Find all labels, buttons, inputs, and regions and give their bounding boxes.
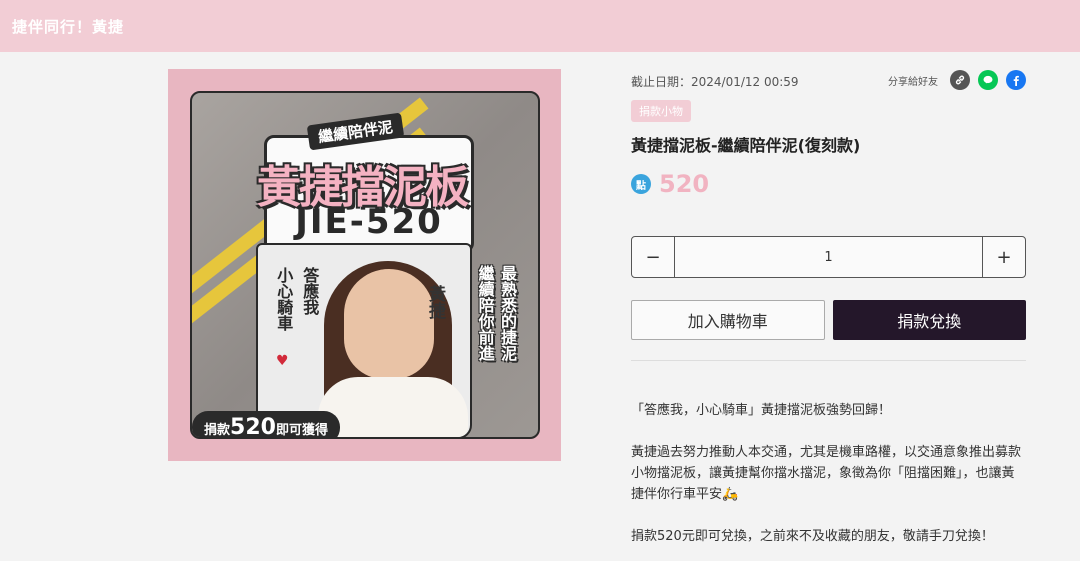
price: 520 <box>659 170 710 198</box>
donate-badge: 捐款520即可獲得 <box>192 411 340 439</box>
action-buttons: 加入購物車 捐款兌換 <box>631 300 1026 340</box>
increase-quantity-button[interactable]: + <box>983 237 1025 277</box>
quantity-stepper: − 1 + <box>631 236 1026 278</box>
product-image[interactable]: JIE-520 答應我 小心騎車 ♥ 黃捷 黃捷擋泥板 繼續陪伴泥 最熟悉的捷泥… <box>168 69 561 461</box>
image-title: 黃捷擋泥板 <box>257 162 469 213</box>
signature: 黃捷 <box>425 285 445 319</box>
mudguard-card: 答應我 小心騎車 ♥ 黃捷 <box>256 243 472 437</box>
deadline-row: 截止日期：2024/01/12 00:59 分享給好友 <box>631 68 1026 94</box>
portrait-shirt <box>318 377 468 437</box>
description-paragraph-1: 「答應我，小心騎車」黃捷擋泥板強勢回歸！ <box>631 403 892 418</box>
portrait-face <box>344 269 434 379</box>
deadline: 截止日期：2024/01/12 00:59 <box>631 75 799 89</box>
share-label: 分享給好友 <box>888 76 938 88</box>
product-info-panel: 截止日期：2024/01/12 00:59 分享給好友 捐款小物 黃捷擋泥板-繼… <box>631 68 1026 544</box>
decrease-quantity-button[interactable]: − <box>632 237 674 277</box>
badge-value: 520 <box>230 415 276 439</box>
product-description: 「答應我，小心騎車」黃捷擋泥板強勢回歸！ 黃捷過去努力推動人本交通，尤其是機車路… <box>631 400 1026 561</box>
card-text-1: 答應我 <box>300 267 320 315</box>
site-title[interactable]: 捷伴同行！黃捷 <box>12 16 124 37</box>
category-tag[interactable]: 捐款小物 <box>631 100 691 122</box>
description-paragraph-3: 捐款520元即可兌換，之前來不及收藏的朋友，敬請手刀兌換！ <box>631 529 994 544</box>
badge-suffix: 即可獲得 <box>275 423 328 438</box>
facebook-icon[interactable] <box>1006 70 1026 90</box>
product-title: 黃捷擋泥板-繼續陪伴泥(復刻款) <box>631 136 861 155</box>
link-icon[interactable] <box>950 70 970 90</box>
image-side-text: 最熟悉的捷泥 繼續陪你前進 <box>473 265 518 361</box>
price-row: 點 520 <box>631 170 1026 198</box>
add-to-cart-button[interactable]: 加入購物車 <box>631 300 825 340</box>
side-text-1: 最熟悉的捷泥 <box>498 265 517 361</box>
heart-icon: ♥ <box>276 353 289 369</box>
share-group: 分享給好友 <box>888 70 1026 90</box>
top-bar: 捷伴同行！黃捷 <box>0 0 1080 52</box>
product-photo: JIE-520 答應我 小心騎車 ♥ 黃捷 黃捷擋泥板 繼續陪伴泥 最熟悉的捷泥… <box>190 91 540 439</box>
divider <box>631 360 1026 361</box>
line-icon[interactable] <box>978 70 998 90</box>
donate-exchange-button[interactable]: 捐款兌換 <box>832 300 1026 340</box>
side-text-2: 繼續陪你前進 <box>475 265 495 361</box>
points-icon: 點 <box>631 174 651 194</box>
card-text-2: 小心騎車 <box>274 267 294 331</box>
badge-prefix: 捐款 <box>204 423 231 438</box>
description-paragraph-2: 黃捷過去努力推動人本交通，尤其是機車路權，以交通意象推出募款小物擋泥板，讓黃捷幫… <box>631 445 1022 502</box>
quantity-input[interactable]: 1 <box>674 237 983 277</box>
